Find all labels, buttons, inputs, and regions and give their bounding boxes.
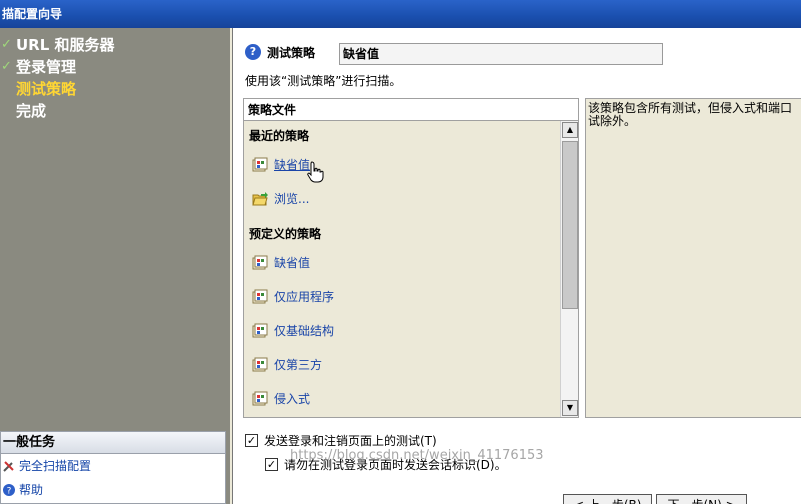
scroll-thumb[interactable]	[562, 141, 578, 309]
send-login-tests-option[interactable]: ✓ 发送登录和注销页面上的测试(T)	[245, 432, 437, 449]
recent-policy-browse[interactable]: 浏览...	[252, 189, 309, 209]
policy-icon	[252, 357, 268, 373]
predefined-policy-default[interactable]: 缺省值	[252, 253, 310, 273]
task-full-scan-config[interactable]: 完全扫描配置	[1, 454, 225, 478]
policy-icon	[252, 323, 268, 339]
back-button[interactable]: < 上一步(B)	[563, 494, 653, 504]
predefined-policy-app-only[interactable]: 仅应用程序	[252, 287, 334, 307]
policy-label: 测试策略	[267, 45, 316, 60]
step-label: 测试策略	[16, 80, 77, 98]
next-button[interactable]: 下一步(N) >	[656, 494, 747, 504]
predefined-policy-invasive[interactable]: 侵入式	[252, 389, 310, 409]
task-label: 帮助	[19, 483, 44, 497]
general-tasks-title: 一般任务	[1, 432, 225, 454]
policy-list-scrollbar[interactable]: ▲ ▼	[560, 121, 578, 417]
checkmark-icon: ✓	[1, 37, 12, 52]
predefined-policy-infra-only[interactable]: 仅基础结构	[252, 321, 334, 341]
policy-list: 最近的策略 缺省值 浏览... 预定义的策略 缺省值 仅应用程序 仅基础结构 仅…	[244, 121, 562, 417]
wizard-sidebar: ✓ URL 和服务器 ✓ 登录管理 测试策略 完成 一般任务 完全扫描配置 ? …	[0, 28, 230, 504]
checkmark-icon: ✓	[1, 59, 12, 74]
step-test-policy[interactable]: 测试策略	[0, 78, 230, 100]
send-login-tests-label: 发送登录和注销页面上的测试(T)	[264, 434, 437, 448]
hand-cursor-icon	[306, 161, 324, 186]
wizard-main: ? 测试策略 缺省值 使用该“测试策略”进行扫描。 策略文件 最近的策略 缺省值…	[232, 28, 801, 504]
step-url-servers[interactable]: ✓ URL 和服务器	[0, 34, 230, 56]
send-login-tests-checkbox[interactable]: ✓	[245, 434, 258, 447]
task-help[interactable]: ? 帮助	[1, 478, 225, 502]
predefined-policy-third-party[interactable]: 仅第三方	[252, 355, 322, 375]
step-login-management[interactable]: ✓ 登录管理	[0, 56, 230, 78]
tools-icon	[2, 459, 16, 473]
predefined-policies-title: 预定义的策略	[249, 227, 322, 241]
general-tasks-panel: 一般任务 完全扫描配置 ? 帮助	[0, 431, 226, 504]
policy-icon	[252, 157, 268, 173]
policy-icon	[252, 391, 268, 407]
recent-policies-title: 最近的策略	[249, 129, 310, 143]
policy-icon	[252, 255, 268, 271]
policy-icon	[252, 289, 268, 305]
watermark: https://blog.csdn.net/weixin_41176153	[290, 448, 544, 463]
svg-text:?: ?	[7, 487, 12, 497]
help-icon[interactable]: ?	[245, 44, 261, 60]
recent-policy-default[interactable]: 缺省值	[252, 155, 310, 175]
scroll-down-arrow-icon[interactable]: ▼	[562, 400, 578, 416]
task-label: 完全扫描配置	[19, 459, 92, 473]
policy-file-header: 策略文件	[244, 99, 578, 121]
step-finish[interactable]: 完成	[0, 100, 230, 122]
window-titlebar: 描配置向导	[0, 0, 801, 28]
folder-icon	[252, 191, 268, 207]
policy-detail-text: 该策略包含所有测试，但侵入式和端口试除外。	[585, 98, 801, 418]
policy-header: ? 测试策略	[245, 41, 325, 63]
wizard-steps: ✓ URL 和服务器 ✓ 登录管理 测试策略 完成	[0, 34, 230, 122]
window-title: 描配置向导	[2, 7, 63, 21]
policy-file-panel: 策略文件 最近的策略 缺省值 浏览... 预定义的策略 缺省值 仅应用程序 仅基…	[243, 98, 579, 418]
wizard-buttons: < 上一步(B) 下一步(N) >	[563, 494, 751, 504]
help-icon: ?	[2, 483, 16, 497]
step-label: URL 和服务器	[16, 36, 115, 54]
step-label: 完成	[16, 102, 47, 120]
scroll-up-arrow-icon[interactable]: ▲	[562, 122, 578, 138]
policy-description: 使用该“测试策略”进行扫描。	[245, 74, 402, 88]
step-label: 登录管理	[16, 58, 77, 76]
policy-value-field[interactable]: 缺省值	[339, 43, 663, 65]
no-session-id-checkbox[interactable]: ✓	[265, 458, 278, 471]
